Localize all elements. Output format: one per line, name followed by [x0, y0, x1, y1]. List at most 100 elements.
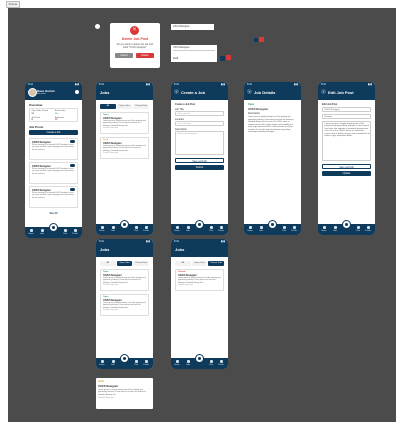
- job-card-component[interactable]: Draft UX/UI Designer Lorem ipsum is simp…: [96, 378, 153, 409]
- cancel-button[interactable]: Cancel: [115, 53, 133, 58]
- avatar[interactable]: [28, 88, 37, 97]
- page-title: Jobs: [100, 90, 110, 95]
- add-fab-button[interactable]: [268, 220, 277, 229]
- screen-jobs-all: 9:41 ▮▮▮ Jobs All Open Jobs Closed Jobs O…: [96, 82, 153, 235]
- chat-icon: [209, 226, 213, 229]
- description-label: Description: [248, 112, 260, 115]
- nav-jobs[interactable]: Jobs: [331, 226, 339, 233]
- job-card-body: We are looking for a talented UX/UI Desi…: [32, 168, 75, 175]
- tab-all[interactable]: All: [175, 261, 191, 266]
- nav-chat[interactable]: Chat: [132, 226, 140, 233]
- create-job-button[interactable]: Create a Job: [29, 130, 78, 135]
- back-arrow-icon[interactable]: ‹: [247, 89, 252, 94]
- nav-chat[interactable]: Chat: [280, 226, 288, 233]
- nav-chat[interactable]: Chat: [132, 360, 140, 367]
- nav-profile[interactable]: Profile: [364, 226, 372, 233]
- nav-jobs[interactable]: Jobs: [109, 226, 117, 233]
- see-all-link[interactable]: See All: [25, 212, 82, 215]
- chip-red-1[interactable]: [259, 37, 264, 42]
- nav-home[interactable]: Home: [27, 229, 35, 236]
- tab-open-jobs[interactable]: Open Jobs: [116, 261, 133, 266]
- chip-navy-2[interactable]: [220, 56, 225, 61]
- home-icon: [175, 360, 179, 363]
- nav-chat[interactable]: Chat: [354, 226, 362, 233]
- save-draft-button[interactable]: Save as Draft: [322, 164, 371, 169]
- tab-closed-jobs[interactable]: Closed Jobs: [133, 104, 150, 109]
- nav-jobs[interactable]: Jobs: [109, 360, 117, 367]
- tab-closed-jobs[interactable]: Closed Jobs: [133, 261, 150, 266]
- back-arrow-icon[interactable]: ‹: [321, 89, 326, 94]
- description-input[interactable]: Lorem ipsum is simply dummy text of the …: [322, 121, 371, 161]
- nav-jobs[interactable]: Jobs: [38, 229, 46, 236]
- submit-button[interactable]: Submit: [175, 165, 224, 170]
- location-input[interactable]: Remote: [322, 114, 371, 119]
- job-card[interactable]: UX/UI Designer We are looking for a tale…: [29, 162, 78, 184]
- job-toggle[interactable]: [70, 140, 75, 143]
- briefcase-icon: [111, 226, 115, 229]
- tab-open-jobs[interactable]: Open Jobs: [191, 261, 208, 266]
- job-card[interactable]: Draft UX/UI Designer Lorem ipsum is simp…: [100, 137, 149, 159]
- job-card[interactable]: Open UX/UI Designer Lorem ipsum is simpl…: [100, 294, 149, 316]
- chat-icon: [134, 226, 138, 229]
- nav-profile[interactable]: Profile: [217, 226, 225, 233]
- bell-icon[interactable]: [75, 90, 79, 94]
- nav-home[interactable]: Home: [246, 226, 254, 233]
- add-fab-button[interactable]: [195, 354, 204, 363]
- home-icon: [322, 226, 326, 229]
- job-title-input[interactable]: Enter job title: [175, 111, 224, 116]
- frame-tag: Frame: [6, 1, 20, 8]
- add-fab-button[interactable]: [49, 223, 58, 232]
- nav-chat[interactable]: Chat: [207, 226, 215, 233]
- status-icons: ▮▮▮: [74, 83, 79, 86]
- update-button[interactable]: Update: [322, 171, 371, 176]
- stat-open-jobs-label: Open Jobs Posted: [31, 110, 48, 112]
- nav-jobs[interactable]: Jobs: [184, 226, 192, 233]
- nav-profile[interactable]: Profile: [217, 360, 225, 367]
- tab-closed-jobs[interactable]: Closed Jobs: [208, 261, 225, 266]
- status-field-floating[interactable]: Draft: [171, 56, 214, 62]
- job-toggle[interactable]: [70, 164, 75, 167]
- job-title-input[interactable]: UX/UI Designer: [322, 107, 371, 112]
- add-fab-button[interactable]: [342, 220, 351, 229]
- close-icon[interactable]: ×: [130, 26, 139, 35]
- nav-jobs[interactable]: Jobs: [257, 226, 265, 233]
- save-draft-button[interactable]: Save as Draft: [175, 158, 224, 163]
- job-card[interactable]: UX/UI Designer We are looking for a tale…: [29, 138, 78, 160]
- screen-create-job: 9:41 ▮▮▮ ‹ Create a Job Create a Job Post…: [171, 82, 228, 235]
- job-card[interactable]: Open UX/UI Designer Lorem ipsum is simpl…: [100, 112, 149, 134]
- chip-navy-1[interactable]: [254, 38, 258, 42]
- tab-all[interactable]: All: [100, 261, 116, 266]
- nav-home[interactable]: Home: [320, 226, 328, 233]
- nav-chat[interactable]: Chat: [61, 229, 69, 236]
- job-card-body: Lorem ipsum is simply dummy text of the …: [98, 389, 147, 396]
- nav-chat[interactable]: Chat: [207, 360, 215, 367]
- add-fab-button[interactable]: [195, 220, 204, 229]
- tab-open-jobs[interactable]: Open Jobs: [116, 104, 133, 109]
- job-card[interactable]: Open UX/UI Designer Lorem ipsum is simpl…: [100, 269, 149, 291]
- chip-red-2[interactable]: [226, 55, 231, 60]
- back-arrow-icon[interactable]: ‹: [174, 89, 179, 94]
- nav-home[interactable]: Home: [173, 226, 181, 233]
- tab-all[interactable]: All: [100, 104, 116, 109]
- job-title-field-floating[interactable]: UX/UI Designer: [171, 24, 214, 30]
- job-card[interactable]: Closed UX/UI Designer Lorem ipsum is sim…: [175, 269, 224, 291]
- location-input[interactable]: Enter location: [175, 121, 224, 126]
- job-card[interactable]: UX/UI Designer We are looking for a tale…: [29, 186, 78, 208]
- nav-home[interactable]: Home: [173, 360, 181, 367]
- nav-profile[interactable]: Profile: [142, 226, 150, 233]
- add-fab-button[interactable]: [120, 220, 129, 229]
- nav-profile[interactable]: Profile: [71, 229, 79, 236]
- chat-icon: [356, 226, 360, 229]
- add-fab-button[interactable]: [120, 354, 129, 363]
- job-toggle[interactable]: [70, 188, 75, 191]
- description-input[interactable]: Write job description: [175, 131, 224, 155]
- stat-open-jobs-value: 21: [31, 113, 34, 115]
- nav-jobs[interactable]: Jobs: [184, 360, 192, 367]
- delete-button[interactable]: Delete: [136, 53, 154, 58]
- nav-home[interactable]: Home: [98, 226, 106, 233]
- nav-profile[interactable]: Profile: [142, 360, 150, 367]
- nav-profile[interactable]: Profile: [290, 226, 298, 233]
- nav-home[interactable]: Home: [98, 360, 106, 367]
- job-tabs: All Open Jobs Closed Jobs: [175, 261, 225, 266]
- job-description: Lorem ipsum is simply dummy text of the …: [248, 116, 294, 133]
